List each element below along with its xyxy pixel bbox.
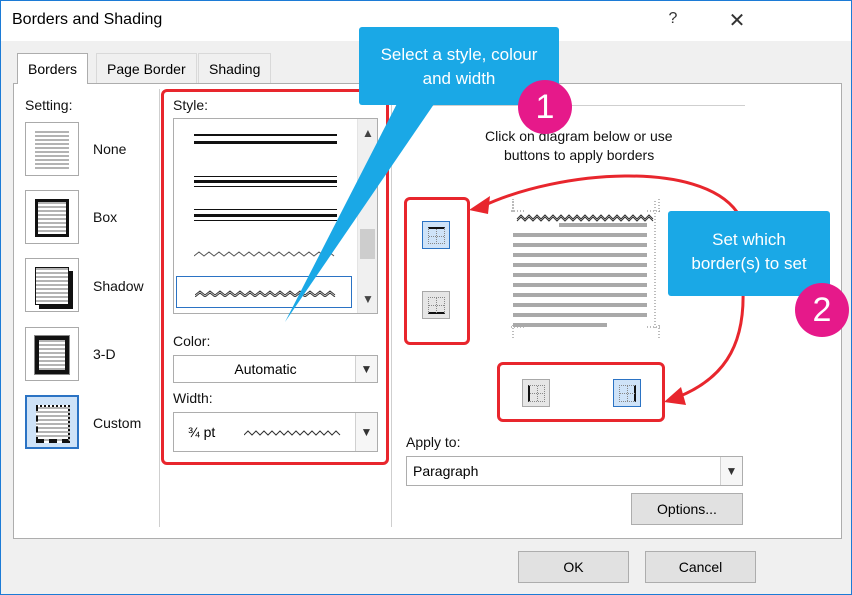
setting-heading: Setting: <box>25 97 73 113</box>
preview-diagram-graphic <box>511 199 661 339</box>
shadow-setting-preview <box>35 267 69 305</box>
tab-borders-label: Borders <box>28 61 78 77</box>
custom-setting-icon[interactable] <box>25 395 79 449</box>
dialog-title: Borders and Shading <box>12 11 163 28</box>
preview-text-line <box>513 263 647 267</box>
style-divider <box>391 89 392 527</box>
tab-page-border[interactable]: Page Border <box>96 53 197 83</box>
step-2-badge: 2 <box>795 283 849 337</box>
preview-text-line <box>513 273 647 277</box>
preview-text-line <box>513 303 647 307</box>
preview-divider <box>405 105 745 106</box>
preview-text-line <box>513 243 647 247</box>
none-setting-icon[interactable] <box>25 122 79 176</box>
tab-shading-label: Shading <box>209 61 261 77</box>
close-button[interactable]: ✕ <box>717 5 757 37</box>
shadow-setting-icon[interactable] <box>25 258 79 312</box>
preview-text-line <box>513 233 647 237</box>
apply-to-heading: Apply to: <box>406 434 461 450</box>
preview-text-line <box>513 323 607 327</box>
preview-text-line <box>513 293 647 297</box>
ok-button[interactable]: OK <box>518 551 629 583</box>
step-1-badge: 1 <box>518 80 572 134</box>
preview-text-line <box>513 283 647 287</box>
setting-label-box[interactable]: Box <box>93 209 117 225</box>
preview-instruction-1: Click on diagram below or use <box>485 128 673 144</box>
chevron-down-icon[interactable]: ▼ <box>720 457 742 485</box>
custom-setting-preview <box>36 405 70 443</box>
callout-2-line-1: Set which <box>712 230 786 249</box>
box-setting-preview <box>35 199 69 237</box>
callout-step-2: Set which border(s) to set <box>668 211 830 296</box>
cancel-button[interactable]: Cancel <box>645 551 756 583</box>
box-setting-icon[interactable] <box>25 190 79 244</box>
options-button[interactable]: Options... <box>631 493 743 525</box>
setting-label-shadow[interactable]: Shadow <box>93 278 144 294</box>
callout-1-line-1: Select a style, colour <box>380 45 538 64</box>
preview-text-line <box>559 223 647 227</box>
preview-instruction-2: buttons to apply borders <box>504 147 655 163</box>
none-setting-preview <box>35 131 69 169</box>
apply-to-dropdown[interactable]: Paragraph ▼ <box>406 456 743 486</box>
style-highlight-box <box>161 89 389 465</box>
help-button[interactable]: ? <box>665 10 681 32</box>
tab-page-border-label: Page Border <box>107 61 186 77</box>
horizontal-buttons-highlight-box <box>497 362 665 422</box>
preview-text-line <box>513 253 647 257</box>
tab-borders[interactable]: Borders <box>17 53 89 84</box>
3d-setting-preview <box>34 335 70 375</box>
setting-label-none[interactable]: None <box>93 141 126 157</box>
tab-shading[interactable]: Shading <box>198 53 272 83</box>
vertical-buttons-highlight-box <box>404 197 470 345</box>
setting-label-3d[interactable]: 3-D <box>93 346 116 362</box>
setting-divider <box>159 89 160 527</box>
setting-label-custom[interactable]: Custom <box>93 415 141 431</box>
callout-2-line-2: border(s) to set <box>691 254 807 273</box>
border-preview-diagram[interactable] <box>511 199 661 339</box>
apply-to-value: Paragraph <box>413 463 479 479</box>
3d-setting-icon[interactable] <box>25 327 79 381</box>
preview-text-line <box>513 313 647 317</box>
